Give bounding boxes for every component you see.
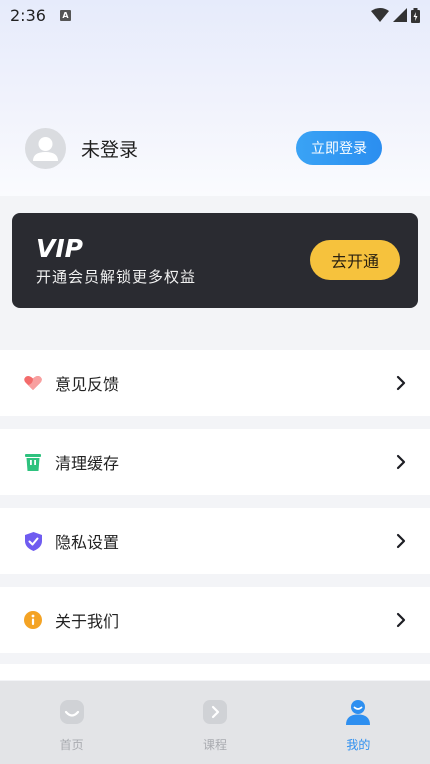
status-icons (371, 7, 420, 23)
vip-logo-text: VIP (36, 235, 83, 259)
vip-logo: VIP (36, 235, 83, 259)
chevron-right-icon (396, 612, 406, 628)
battery-icon (411, 7, 420, 23)
menu-label-feedback: 意见反馈 (55, 375, 120, 394)
status-time: 2:36 (10, 5, 46, 25)
heart-icon (24, 374, 42, 392)
bottom-tab-bar: 首页 课程 我的 (0, 681, 430, 764)
course-icon (202, 699, 228, 725)
menu-section-partial (0, 664, 430, 680)
notification-a-icon: A (59, 9, 71, 21)
tab-label-course: 课程 (202, 738, 227, 752)
tab-label-home: 首页 (59, 738, 84, 752)
home-icon (59, 699, 85, 725)
vip-open-button[interactable]: 去开通 (310, 240, 400, 280)
info-icon (24, 611, 42, 629)
login-button[interactable]: 立即登录 (296, 131, 382, 165)
chevron-right-icon (396, 454, 406, 470)
shield-icon (24, 531, 42, 551)
menu-item-clear-cache[interactable]: 清理缓存 (0, 429, 430, 495)
profile-row: 未登录 立即登录 (25, 127, 382, 169)
vip-description: 开通会员解锁更多权益 (36, 268, 197, 286)
tab-home[interactable]: 首页 (0, 681, 143, 764)
vip-card[interactable]: VIP 开通会员解锁更多权益 去开通 (12, 213, 418, 308)
chevron-right-icon (396, 375, 406, 391)
tab-label-mine: 我的 (346, 738, 371, 752)
cellular-signal-icon (393, 8, 407, 22)
avatar[interactable] (25, 127, 66, 169)
tab-mine[interactable]: 我的 (287, 681, 430, 764)
status-bar: 2:36 A (0, 0, 430, 30)
trash-icon (24, 453, 42, 471)
tab-course[interactable]: 课程 (143, 681, 286, 764)
profile-icon (345, 699, 371, 725)
chevron-right-icon (396, 533, 406, 549)
username: 未登录 (81, 138, 139, 161)
menu-item-feedback[interactable]: 意见反馈 (0, 350, 430, 416)
menu-label-clear-cache: 清理缓存 (55, 454, 120, 473)
menu-label-about: 关于我们 (55, 612, 120, 631)
wifi-icon (371, 8, 389, 22)
default-avatar-icon (33, 136, 58, 161)
menu-item-about[interactable]: 关于我们 (0, 587, 430, 653)
menu-label-privacy: 隐私设置 (55, 533, 120, 552)
menu-item-privacy[interactable]: 隐私设置 (0, 508, 430, 574)
